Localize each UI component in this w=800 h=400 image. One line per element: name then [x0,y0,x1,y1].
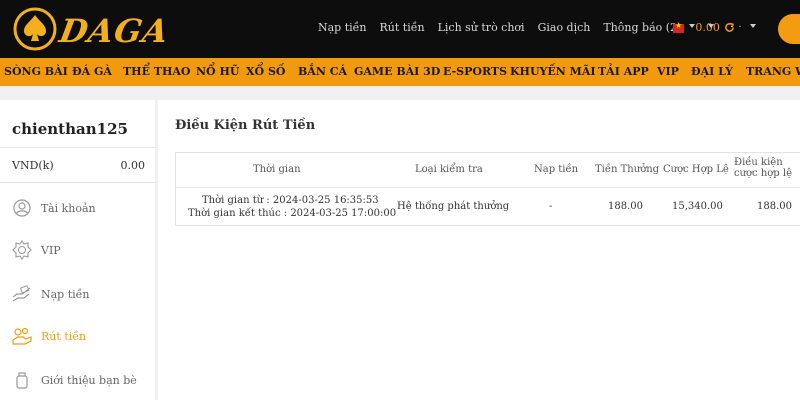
sidebar-item-label: Nạp tiền [41,288,90,301]
currency-label: VND(k) [12,159,54,172]
main-nav: SÒNG BÀI ĐÁ GÀ THỂ THAO NỔ HŨ XỔ SỐ BẮN … [0,58,800,86]
logo[interactable]: DAGA [12,6,172,52]
spade-logo-icon [13,7,57,51]
bonus-value: 188.00 [608,201,643,212]
top-link-game-history[interactable]: Lịch sử trò chơi [438,21,525,34]
conditions-table: Thời gian Loại kiểm tra Nạp tiền Tiền Th… [175,152,800,226]
referral-icon [16,372,28,389]
deposit-value: - [549,201,553,212]
nav-item-casino[interactable]: SÒNG BÀI [4,65,68,78]
column-header-valid-bet: Cược Hợp Lệ [663,164,729,175]
sidebar-item-label: Giới thiệu bạn bè [41,374,137,387]
top-link-deposit[interactable]: Nạp tiền [318,21,367,34]
column-header-bonus: Tiền Thưởng [595,164,660,175]
column-header-check-type: Loại kiểm tra [415,164,483,175]
logo-text: DAGA [56,12,173,50]
table-header: Thời gian Loại kiểm tra Nạp tiền Tiền Th… [176,153,800,188]
nav-item-sports[interactable]: THỂ THAO [123,65,191,78]
valid-bet-condition-value: 188.00 [757,201,792,212]
time-to: Thời gian kết thúc : 2024-03-25 17:00:00 [188,208,397,219]
sidebar-item-deposit[interactable]: Nạp tiền [0,276,155,316]
valid-bet-value: 15,340.00 [672,201,723,212]
sidebar-item-label: Rút tiền [41,330,87,343]
divider [0,147,155,148]
nav-item-agent[interactable]: ĐẠI LÝ [691,65,733,78]
username: chienthan125 [12,120,128,138]
nav-item-slots[interactable]: NỔ HŨ [196,65,239,78]
nav-item-website[interactable]: TRANG WEB [746,65,800,78]
sidebar-item-vip[interactable]: VIP [0,232,155,272]
column-header-time: Thời gian [253,164,301,175]
page-title: Điều Kiện Rút Tiền [175,118,316,133]
sidebar-item-withdraw[interactable]: Rút tiền [0,318,155,358]
nav-item-esports[interactable]: E-SPORTS [443,65,507,78]
account-icon [13,199,31,217]
account-sidebar: chienthan125 VND(k) 0.00 Tài khoản VIP N… [0,100,155,400]
nav-item-app[interactable]: TẢI APP [598,65,649,78]
sidebar-item-referral[interactable]: Giới thiệu bạn bè [0,362,155,400]
account-button[interactable] [778,14,800,44]
nav-item-vip[interactable]: VIP [657,65,679,78]
sidebar-item-label: VIP [41,244,61,257]
top-header: DAGA Nạp tiền Rút tiền Lịch sử trò chơi … [0,0,800,58]
chevron-down-icon[interactable] [689,24,695,28]
deposit-hand-icon [12,285,31,302]
column-header-valid-bet-condition: Điều kiện cược hợp lệ [734,157,792,179]
divider [0,182,155,183]
vietnam-flag-icon[interactable] [673,21,684,33]
nav-item-3d-games[interactable]: GAME BÀI 3D [354,65,440,78]
withdraw-coins-icon [12,327,32,345]
chevron-down-icon[interactable] [750,24,756,28]
withdraw-conditions-panel: Điều Kiện Rút Tiền Thời gian Loại kiểm t… [158,100,800,400]
nav-item-fishing[interactable]: BẮN CÁ [298,65,347,78]
vip-badge-icon [12,240,32,260]
chevron-down-icon[interactable] [708,24,714,28]
nav-item-promotions[interactable]: KHUYẾN MÃI [510,65,596,78]
sidebar-item-label: Tài khoản [41,202,96,215]
nav-item-cockfight[interactable]: ĐÁ GÀ [72,65,112,78]
time-from: Thời gian từ : 2024-03-25 16:35:53 [202,195,379,206]
top-link-withdraw[interactable]: Rút tiền [380,21,425,34]
nav-item-lottery[interactable]: XỔ SỐ [246,65,285,78]
sidebar-item-account[interactable]: Tài khoản [0,190,155,230]
currency-value: 0.00 [120,159,146,172]
more-dots[interactable]: · · [730,22,743,33]
top-link-transactions[interactable]: Giao dịch [538,21,591,34]
check-type: Hệ thống phát thưởng [397,201,510,212]
column-header-deposit: Nạp tiền [534,164,579,175]
top-link-notifications[interactable]: Thông báo (2) [603,21,681,34]
